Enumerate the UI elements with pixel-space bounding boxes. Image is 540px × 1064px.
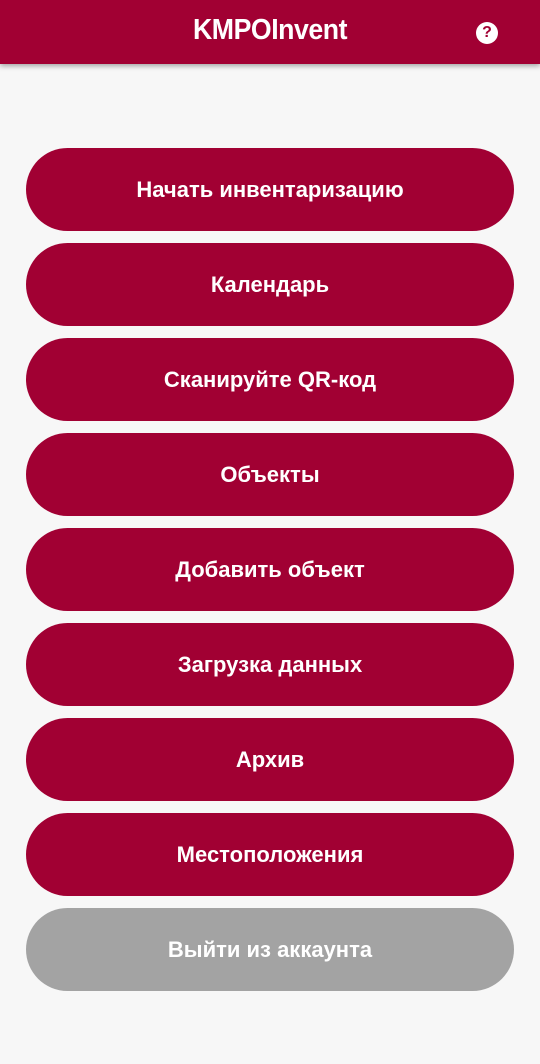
locations-button[interactable]: Местоположения <box>26 813 514 896</box>
add-object-button[interactable]: Добавить объект <box>26 528 514 611</box>
help-icon: ? <box>482 24 492 41</box>
app-bar: KMPOInvent ? <box>0 0 540 64</box>
main-menu: Начать инвентаризацию Календарь Сканируй… <box>26 148 514 1003</box>
calendar-button[interactable]: Календарь <box>26 243 514 326</box>
objects-button[interactable]: Объекты <box>26 433 514 516</box>
scan-qr-button[interactable]: Сканируйте QR-код <box>26 338 514 421</box>
app-title: KMPOInvent <box>192 14 348 46</box>
help-button[interactable]: ? <box>476 22 498 44</box>
archive-button[interactable]: Архив <box>26 718 514 801</box>
data-upload-button[interactable]: Загрузка данных <box>26 623 514 706</box>
logout-button[interactable]: Выйти из аккаунта <box>26 908 514 991</box>
start-inventory-button[interactable]: Начать инвентаризацию <box>26 148 514 231</box>
